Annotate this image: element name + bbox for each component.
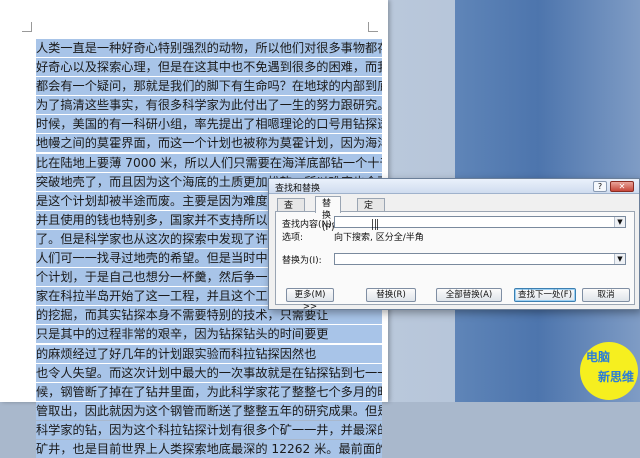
find-replace-dialog: 查找和替换 ? ✕ 查找(D) 替换(P) 定位(G) 查找内容(N): ▼ 选…	[268, 178, 640, 312]
close-button[interactable]: ✕	[610, 181, 634, 192]
margin-corner-top-right	[368, 22, 378, 32]
document-line[interactable]: 候，钢管断了掉在了钻井里面，为此科学家花了整整七个多月的时间都没有把这个钢	[36, 382, 382, 401]
replace-button[interactable]: 替换(R)	[366, 288, 416, 302]
tab-goto[interactable]: 定位(G)	[357, 198, 385, 235]
document-line[interactable]: 地幔之间的莫霍界面，而这一个计划也被称为莫霍计划，因为海洋的地壳厚度	[36, 134, 382, 153]
more-options-button[interactable]: 更多(M) >>	[286, 288, 334, 312]
options-value: 向下搜索, 区分全/半角	[334, 233, 424, 243]
document-line[interactable]: 也令人失望。而这次计划中最大的一次事故就是在钻探钻到七一一一公里的时	[36, 363, 382, 382]
document-line[interactable]: 管取出，因此就因为这个钢管而断送了整整五年的研究成果。但是这并没有被倒	[36, 401, 382, 420]
replace-with-label: 替换为(I):	[282, 256, 322, 266]
cancel-button[interactable]: 取消	[582, 288, 630, 302]
document-line[interactable]: 人类一直是一种好奇心特别强烈的动物，所以他们对很多事物都存在着非常中的	[36, 39, 382, 57]
watermark-badge: 电脑 新思维	[580, 342, 638, 400]
document-line[interactable]: 只是其中的过程非常的艰辛，因为钻探钻头的时间要更	[36, 325, 382, 344]
chevron-down-icon[interactable]: ▼	[614, 254, 625, 264]
replace-all-button[interactable]: 全部替换(A)	[436, 288, 502, 302]
document-line[interactable]: 时候，美国的有一科研小组，率先提出了相嗯理论的口号用钻探透来到地壳和	[36, 115, 382, 134]
document-line[interactable]: 矿井，也是目前世界上人类探索地底最深的 12262 米。最前面的 12000 米…	[36, 439, 382, 458]
dialog-titlebar[interactable]: 查找和替换 ? ✕	[269, 179, 639, 194]
tab-find[interactable]: 查找(D)	[277, 198, 305, 235]
options-label: 选项:	[282, 233, 304, 243]
document-line[interactable]: 都会有一个疑问，那就是我们的脚下有生命吗？在地球的内部到底是什么样子呢？	[36, 77, 382, 96]
dialog-title: 查找和替换	[275, 184, 321, 194]
replace-with-input[interactable]: ▼	[334, 253, 626, 265]
document-line[interactable]: 为了搞清这些事实，有很多科学家为此付出了一生的努力跟研究。在 1956 年的	[36, 96, 382, 115]
tab-replace[interactable]: 替换(P)	[315, 196, 342, 233]
document-line[interactable]: 好奇心以及探索心理，但是在这其中也不免遇到很多的困难，而我们每个人心里	[36, 58, 382, 77]
watermark-line-1: 电脑	[586, 350, 611, 364]
text-cursor-icon	[372, 219, 378, 230]
document-line[interactable]: 科学家的钻，因为这个科拉钻探计划有很多个矿一一井，并最深的是第三个	[36, 420, 382, 439]
document-line[interactable]: 比在陆地上要薄 7000 米，所以人们只需要在海洋底部钻一个十千米的孔就可以	[36, 153, 382, 172]
document-line[interactable]: 的麻烦经过了好几年的计划跟实验而科拉钻探因然也	[36, 344, 382, 363]
chevron-down-icon[interactable]: ▼	[614, 217, 625, 227]
margin-corner-top-left	[22, 22, 32, 32]
watermark-line-2: 新思维	[598, 370, 635, 384]
help-button[interactable]: ?	[593, 181, 607, 192]
find-next-button[interactable]: 查找下一处(F)	[514, 288, 576, 302]
